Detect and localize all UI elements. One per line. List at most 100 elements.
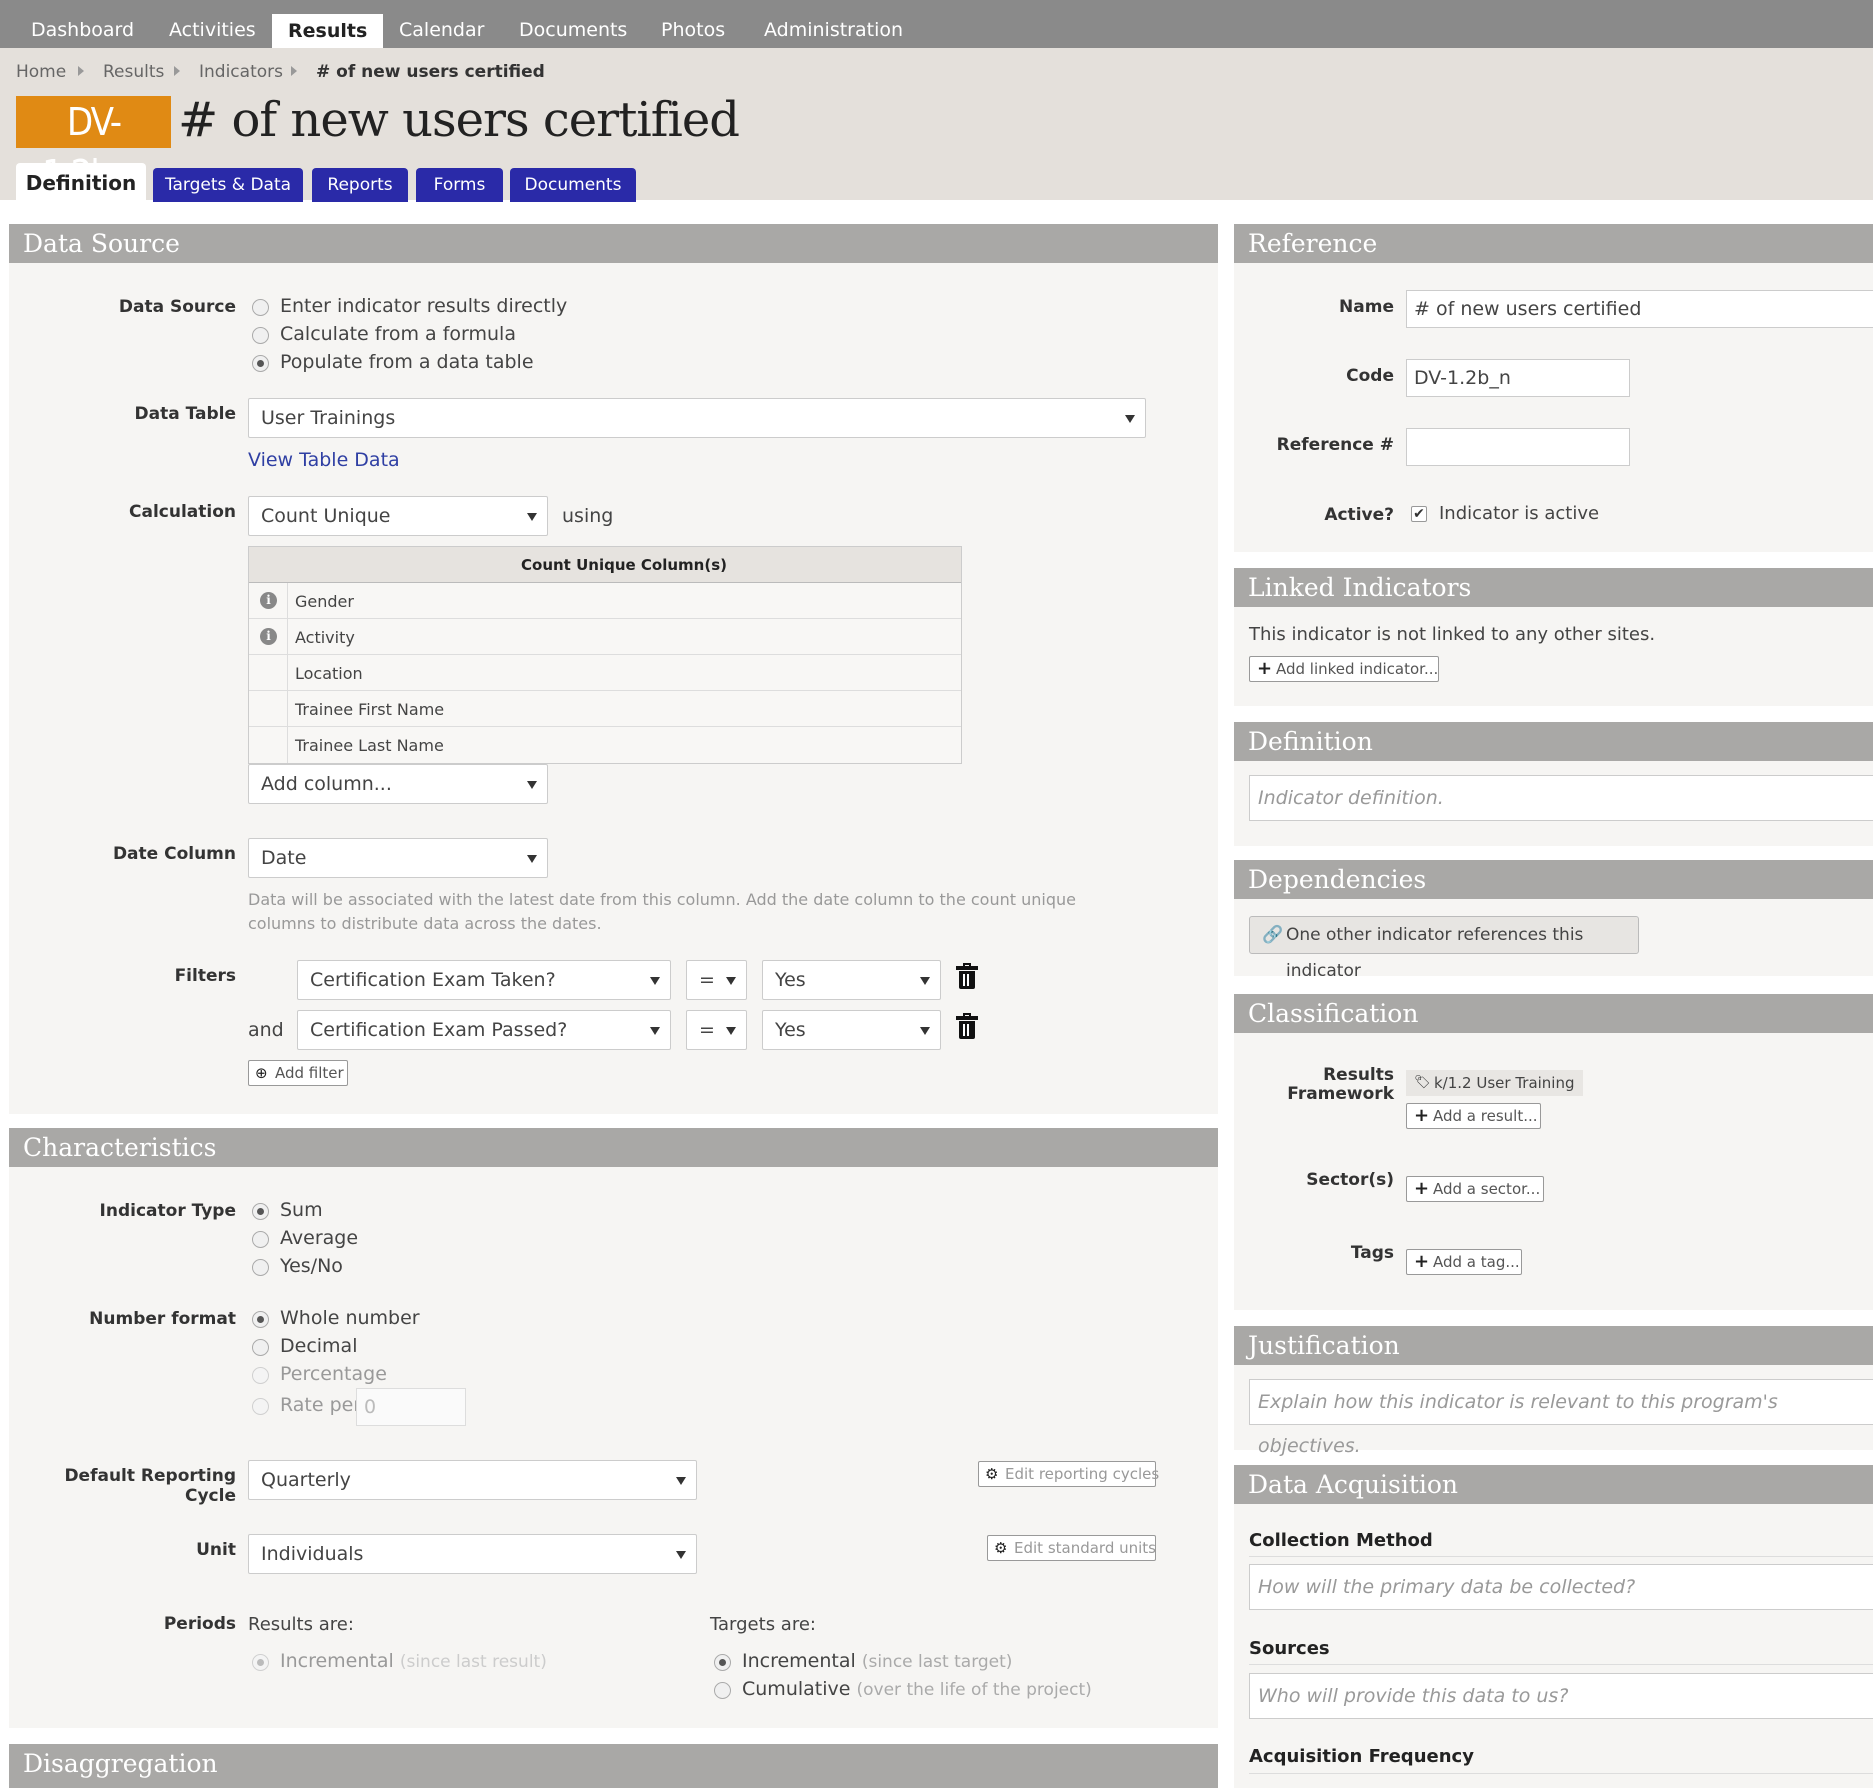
reporting-cycle-select[interactable]: Quarterly — [248, 1460, 697, 1500]
option-percentage: Percentage — [280, 1363, 387, 1385]
edit-reporting-cycles-button[interactable]: ⚙ Edit reporting cycles — [978, 1461, 1159, 1487]
add-sector-button[interactable]: + Add a sector... — [1406, 1176, 1544, 1202]
radio-enter-directly[interactable] — [252, 299, 269, 316]
filter-2-field-select[interactable]: Certification Exam Passed? — [297, 1010, 671, 1050]
radio-rate-per[interactable] — [252, 1398, 269, 1415]
targets-incremental: Incremental (since last target) — [742, 1650, 1012, 1672]
chevron-down-icon — [527, 781, 537, 789]
radio-results-incremental[interactable] — [252, 1654, 269, 1671]
sectors-label: Sector(s) — [1306, 1170, 1394, 1190]
collection-method-label: Collection Method — [1249, 1530, 1433, 1551]
info-icon[interactable]: i — [260, 592, 277, 609]
chevron-down-icon — [676, 1477, 686, 1485]
sources-textarea[interactable]: Who will provide this data to us? — [1249, 1673, 1873, 1719]
radio-whole-number[interactable] — [252, 1311, 269, 1328]
reporting-cycle-label: Default Reporting Cycle — [64, 1466, 236, 1506]
calculation-select[interactable]: Count Unique — [248, 496, 548, 536]
breadcrumb-results[interactable]: Results — [103, 62, 164, 82]
chevron-down-icon — [726, 1027, 736, 1035]
gear-icon: ⚙ — [994, 1539, 1008, 1557]
nav-photos[interactable]: Photos — [661, 0, 725, 48]
chevron-down-icon — [1125, 415, 1135, 423]
radio-calculate-formula[interactable] — [252, 327, 269, 344]
nav-activities[interactable]: Activities — [169, 0, 256, 48]
reporting-cycle-value: Quarterly — [261, 1469, 351, 1491]
tab-targets-data[interactable]: Targets & Data — [153, 168, 303, 202]
nav-dashboard[interactable]: Dashboard — [31, 0, 134, 48]
collection-method-textarea[interactable]: How will the primary data be collected? — [1249, 1564, 1873, 1610]
plus-circle-icon: ⊕ — [255, 1064, 268, 1082]
table-row[interactable]: Trainee First Name — [249, 691, 961, 727]
filter-1-value: Yes — [775, 969, 806, 991]
radio-yes-no[interactable] — [252, 1259, 269, 1276]
radio-populate-table[interactable] — [252, 355, 269, 372]
chevron-down-icon — [527, 855, 537, 863]
radio-targets-cumulative[interactable] — [714, 1682, 731, 1699]
option-populate-table: Populate from a data table — [280, 351, 534, 373]
filter-2-operator: = — [699, 1019, 715, 1041]
radio-targets-incremental[interactable] — [714, 1654, 731, 1671]
add-tag-button[interactable]: + Add a tag... — [1406, 1249, 1522, 1275]
active-checkbox[interactable]: ✔ — [1411, 506, 1427, 522]
table-row[interactable]: Trainee Last Name — [249, 727, 961, 763]
chevron-down-icon — [527, 513, 537, 521]
divider — [1249, 1773, 1873, 1774]
justification-textarea[interactable]: Explain how this indicator is relevant t… — [1249, 1379, 1873, 1457]
table-row[interactable]: Location — [249, 655, 961, 691]
reference-number-input[interactable] — [1406, 428, 1630, 466]
tab-forms[interactable]: Forms — [416, 168, 503, 202]
code-label: Code — [1346, 366, 1394, 386]
nav-administration[interactable]: Administration — [764, 0, 903, 48]
tab-definition[interactable]: Definition — [16, 163, 146, 202]
add-linked-indicator-button[interactable]: + Add linked indicator... — [1249, 656, 1439, 682]
radio-sum[interactable] — [252, 1203, 269, 1220]
radio-percentage[interactable] — [252, 1367, 269, 1384]
table-row[interactable]: i Activity — [249, 619, 961, 655]
filter-2-operator-select[interactable]: = — [686, 1010, 747, 1050]
radio-average[interactable] — [252, 1231, 269, 1248]
edit-standard-units-button[interactable]: ⚙ Edit standard units — [987, 1535, 1156, 1561]
tab-documents[interactable]: Documents — [510, 168, 636, 202]
plus-icon: + — [1414, 1251, 1430, 1272]
data-source-label: Data Source — [118, 297, 236, 317]
breadcrumb-home[interactable]: Home — [16, 62, 66, 82]
dependencies-button[interactable]: 🔗 One other indicator references this in… — [1249, 916, 1639, 981]
column-name: Activity — [295, 628, 355, 647]
chevron-down-icon — [650, 977, 660, 985]
trash-icon[interactable] — [956, 963, 978, 989]
divider — [1249, 1556, 1873, 1557]
filter-1-operator-select[interactable]: = — [686, 960, 747, 1000]
date-column-select[interactable]: Date — [248, 838, 548, 878]
data-table-select[interactable]: User Trainings — [248, 398, 1146, 438]
filter-2-value-select[interactable]: Yes — [762, 1010, 941, 1050]
nav-results[interactable]: Results — [272, 14, 384, 48]
add-filter-button[interactable]: ⊕ Add filter — [248, 1060, 348, 1086]
radio-decimal[interactable] — [252, 1339, 269, 1356]
tab-reports[interactable]: Reports — [312, 168, 408, 202]
unit-select[interactable]: Individuals — [248, 1534, 697, 1574]
add-column-select[interactable]: Add column... — [248, 764, 548, 804]
add-result-button[interactable]: + Add a result... — [1406, 1103, 1541, 1129]
view-table-data-link[interactable]: View Table Data — [248, 449, 400, 471]
option-yes-no: Yes/No — [280, 1255, 343, 1277]
column-name: Trainee Last Name — [295, 736, 444, 755]
targets-are-label: Targets are: — [710, 1614, 816, 1635]
results-incremental-label: Incremental — [280, 1650, 394, 1672]
table-row[interactable]: i Gender — [249, 583, 961, 619]
trash-icon[interactable] — [956, 1013, 978, 1039]
framework-tag[interactable]: 🏷 k/1.2 User Training — [1406, 1070, 1583, 1096]
code-input[interactable]: DV-1.2b_n — [1406, 359, 1630, 397]
divider — [1249, 1664, 1873, 1665]
info-icon[interactable]: i — [260, 628, 277, 645]
nav-calendar[interactable]: Calendar — [399, 0, 484, 48]
breadcrumb-indicators[interactable]: Indicators — [199, 62, 283, 82]
rate-per-input[interactable]: 0 — [356, 1388, 466, 1426]
targets-incremental-note: (since last target) — [861, 1652, 1013, 1672]
nav-documents[interactable]: Documents — [519, 0, 627, 48]
results-incremental-note: (since last result) — [399, 1652, 547, 1672]
name-input[interactable]: # of new users certified — [1406, 290, 1873, 328]
filter-1-field-select[interactable]: Certification Exam Taken? — [297, 960, 671, 1000]
filter-1-value-select[interactable]: Yes — [762, 960, 941, 1000]
definition-textarea[interactable]: Indicator definition. — [1249, 775, 1873, 821]
filter-1-operator: = — [699, 969, 715, 991]
